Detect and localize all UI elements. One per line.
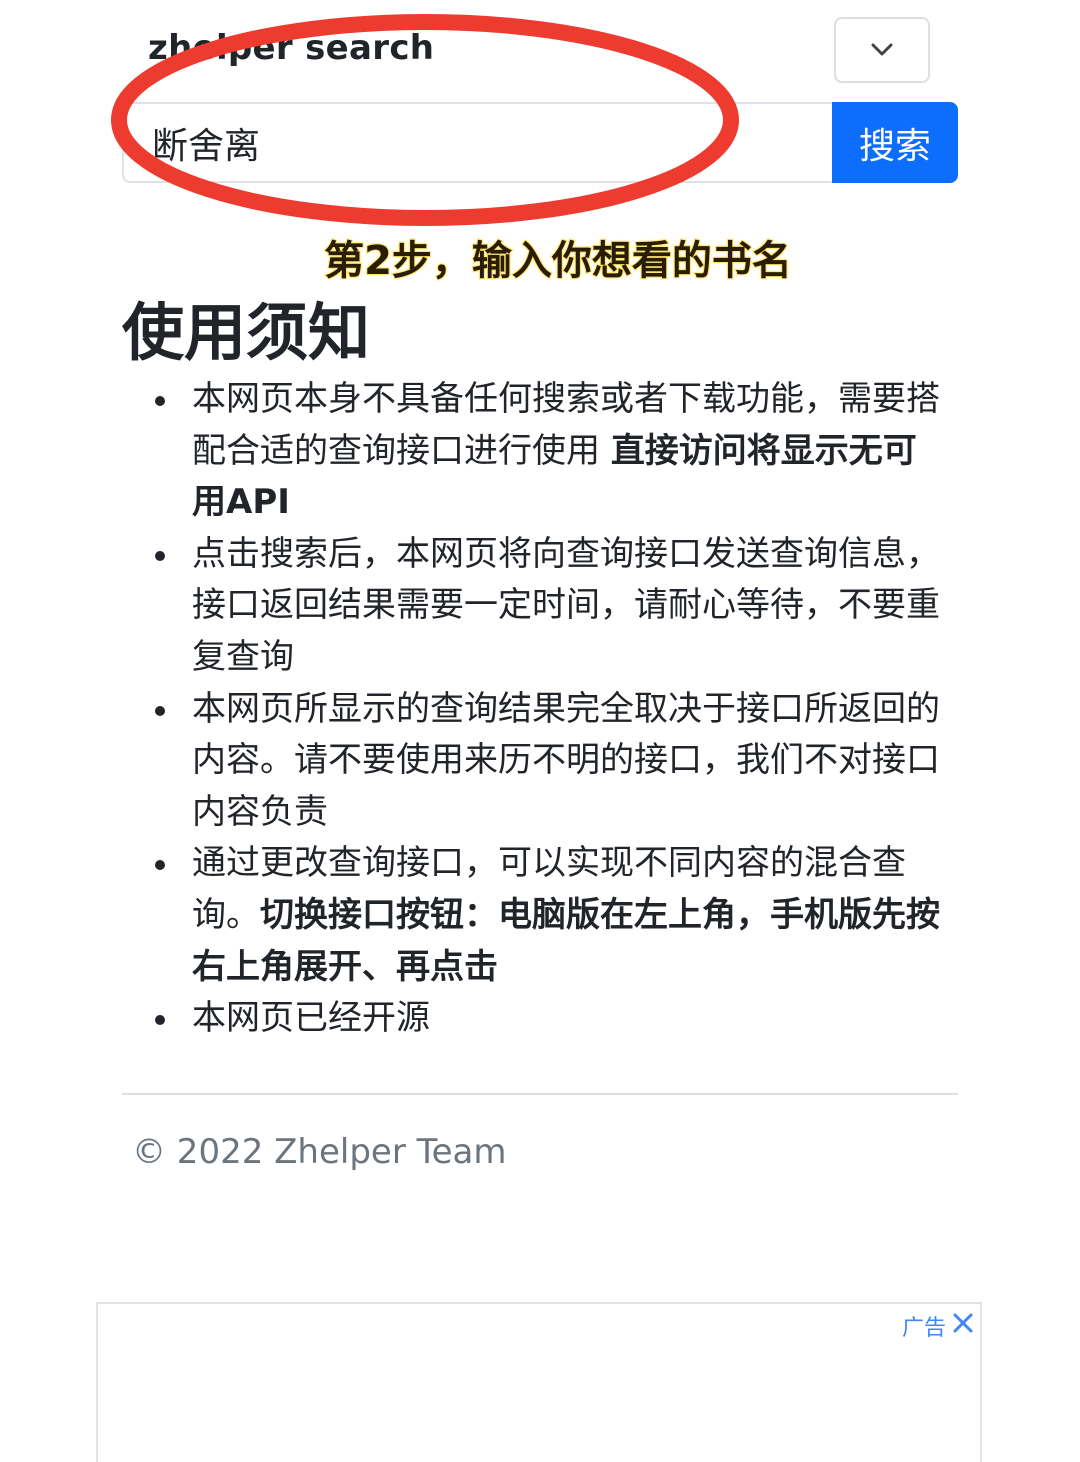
chevron-down-icon	[871, 43, 893, 56]
notice-item-text: 本网页已经开源	[192, 998, 430, 1039]
footer-divider	[122, 1093, 958, 1095]
notice-item: 本网页已经开源	[155, 993, 944, 1045]
notice-item: 本网页所显示的查询结果完全取决于接口所返回的内容。请不要使用来历不明的接口，我们…	[155, 684, 944, 839]
navbar-toggle-button[interactable]	[834, 17, 930, 83]
notice-item-bold: 切换接口按钮：电脑版在左上角，手机版先按右上角展开、再点击	[192, 894, 940, 987]
search-button[interactable]: 搜索	[832, 102, 958, 183]
ad-banner[interactable]: 广告	[96, 1302, 982, 1462]
close-icon[interactable]	[952, 1312, 974, 1334]
notice-item-text: 本网页所显示的查询结果完全取决于接口所返回的内容。请不要使用来历不明的接口，我们…	[192, 688, 940, 832]
notice-title: 使用须知	[122, 296, 371, 369]
search-input[interactable]	[122, 102, 832, 183]
notice-item: 点击搜索后，本网页将向查询接口发送查询信息，接口返回结果需要一定时间，请耐心等待…	[155, 529, 944, 684]
search-form: 搜索	[122, 102, 958, 183]
notice-list: 本网页本身不具备任何搜索或者下载功能，需要搭配合适的查询接口进行使用 直接访问将…	[155, 374, 944, 1045]
step-caption: 第2步，输入你想看的书名	[323, 237, 793, 285]
notice-item: 通过更改查询接口，可以实现不同内容的混合查询。切换接口按钮：电脑版在左上角，手机…	[155, 838, 944, 993]
notice-item: 本网页本身不具备任何搜索或者下载功能，需要搭配合适的查询接口进行使用 直接访问将…	[155, 374, 944, 529]
notice-item-text: 点击搜索后，本网页将向查询接口发送查询信息，接口返回结果需要一定时间，请耐心等待…	[192, 533, 940, 677]
brand-title[interactable]: zhelper search	[148, 28, 434, 68]
ad-label: 广告	[901, 1316, 946, 1341]
footer-copyright: © 2022 Zhelper Team	[132, 1132, 507, 1172]
